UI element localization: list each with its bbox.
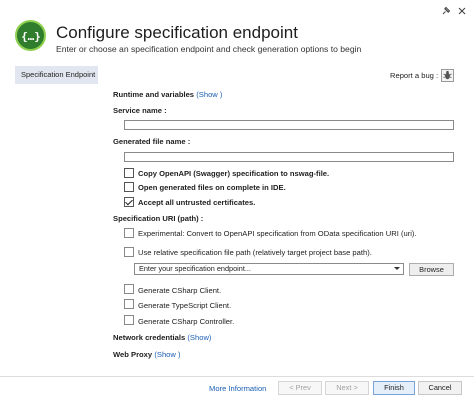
next-button[interactable]: Next > [325,381,369,395]
more-information-link[interactable]: More Information [209,384,266,393]
generate-csharp-controller-checkbox[interactable] [124,315,134,325]
page-subtitle: Enter or choose an specification endpoin… [56,44,362,54]
network-credentials-label: Network credentials [113,333,186,342]
specification-endpoint-combobox[interactable]: Enter your specification endpoint... [134,263,404,275]
footer-divider [0,376,474,377]
generate-typescript-client-label: Generate TypeScript Client. [138,301,232,310]
svg-text:{…}: {…} [21,30,41,43]
nav-item-specification-endpoint[interactable]: Specification Endpoint [15,66,98,84]
finish-button[interactable]: Finish [373,381,415,395]
open-generated-files-label: Open generated files on complete in IDE. [138,183,286,192]
network-credentials-row: Network credentials (Show) [113,333,211,342]
generate-csharp-controller-label: Generate CSharp Controller. [138,317,235,326]
runtime-variables-label: Runtime and variables [113,90,195,99]
specification-uri-label: Specification URI (path) : [113,214,204,223]
report-bug[interactable]: Report a bug : [390,69,455,82]
generated-file-name-input[interactable] [124,152,454,162]
open-generated-files-checkbox[interactable] [124,182,134,192]
accept-untrusted-certificates-label: Accept all untrusted certificates. [138,198,256,207]
cancel-button[interactable]: Cancel [418,381,462,395]
report-bug-label: Report a bug : [390,71,439,80]
service-name-input[interactable] [124,120,454,130]
experimental-odata-checkbox[interactable] [124,228,134,238]
relative-path-label: Use relative specification file path (re… [138,248,372,257]
header: {…} Configure specification endpoint Ent… [0,0,474,62]
nav-item-label: Specification Endpoint [21,70,96,79]
chevron-down-icon[interactable] [394,267,400,270]
pin-icon[interactable] [441,6,451,16]
accept-untrusted-certificates-checkbox[interactable] [124,197,134,207]
prev-button[interactable]: < Prev [278,381,322,395]
copy-openapi-label: Copy OpenAPI (Swagger) specification to … [138,169,330,178]
experimental-odata-label: Experimental: Convert to OpenAPI specifi… [138,229,417,238]
configure-endpoint-dialog: {…} Configure specification endpoint Ent… [0,0,474,406]
network-credentials-show-link[interactable]: (Show) [187,333,211,342]
browse-button[interactable]: Browse [409,263,454,276]
bug-report-icon[interactable] [441,69,455,82]
copy-openapi-checkbox[interactable] [124,168,134,178]
generated-file-name-label: Generated file name : [113,137,191,146]
close-icon[interactable] [457,6,467,16]
web-proxy-label: Web Proxy [113,350,153,359]
service-name-label: Service name : [113,106,167,115]
page-title: Configure specification endpoint [56,23,298,42]
relative-path-checkbox[interactable] [124,247,134,257]
swagger-logo-icon: {…} [15,20,46,51]
web-proxy-show-link[interactable]: (Show ) [154,350,180,359]
web-proxy-row: Web Proxy (Show ) [113,350,181,359]
generate-csharp-client-label: Generate CSharp Client. [138,286,222,295]
runtime-variables-row: Runtime and variables (Show ) [113,90,222,99]
runtime-show-link[interactable]: (Show ) [196,90,222,99]
generate-csharp-client-checkbox[interactable] [124,284,134,294]
specification-endpoint-placeholder: Enter your specification endpoint... [139,264,251,273]
generate-typescript-client-checkbox[interactable] [124,299,134,309]
